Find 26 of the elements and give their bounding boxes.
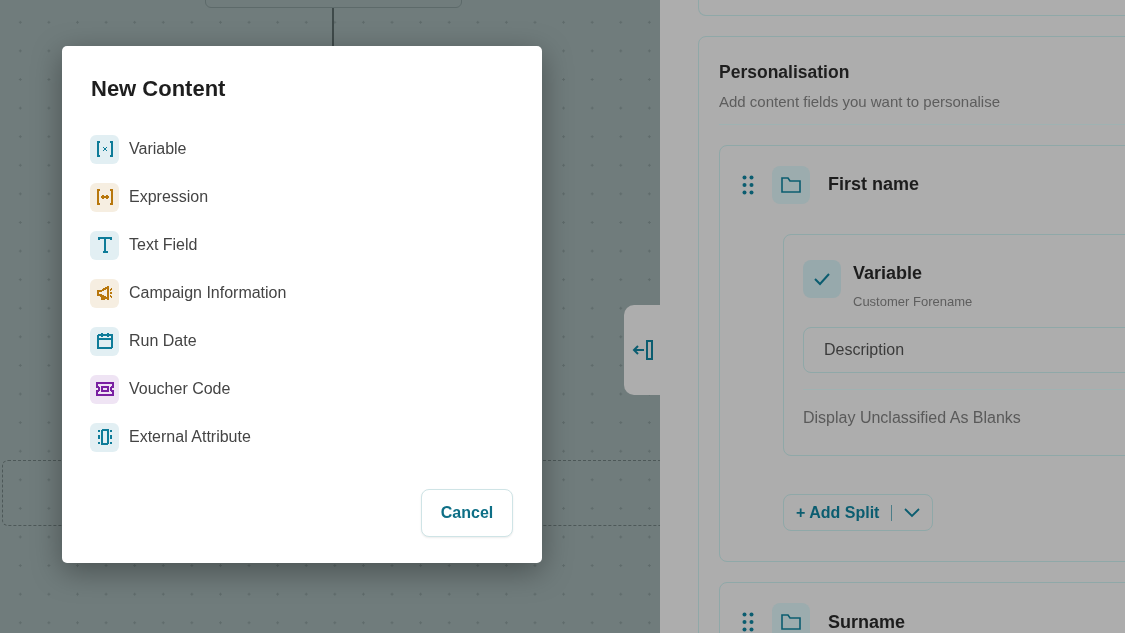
- connector-line: [332, 8, 334, 48]
- folder-icon: [772, 165, 810, 204]
- chevron-down-icon: [904, 507, 921, 518]
- checkbox[interactable]: [803, 259, 841, 298]
- drag-handle-icon[interactable]: [742, 174, 754, 195]
- menu-item[interactable]: External Attribute: [90, 413, 514, 461]
- content-type: Variable: [853, 261, 924, 285]
- menu-item[interactable]: Run Date: [90, 317, 514, 365]
- description-field[interactable]: Description: [803, 327, 1125, 374]
- collapse-icon: [632, 339, 656, 361]
- menu-item[interactable]: Text Field: [90, 221, 514, 269]
- check-icon: [813, 271, 831, 286]
- field-name: Surname: [828, 610, 906, 633]
- section-title: Personalisation: [719, 61, 851, 84]
- folder-icon: [772, 603, 810, 633]
- cancel-button[interactable]: Cancel: [421, 489, 513, 537]
- field-name: First name: [828, 173, 920, 197]
- menu-item[interactable]: Voucher Code: [90, 365, 514, 413]
- option-label: Display Unclassified As Blanks: [803, 389, 1125, 431]
- drag-handle-icon[interactable]: [742, 612, 754, 633]
- menu-item[interactable]: Campaign Information: [90, 269, 514, 317]
- content-source: Customer Forename: [853, 292, 973, 311]
- menu-item[interactable]: Expression: [90, 173, 514, 221]
- section-subtitle: Add content fields you want to personalise: [719, 91, 1125, 125]
- dialog-title: New Content: [91, 75, 227, 103]
- menu-item[interactable]: Variable: [90, 125, 514, 173]
